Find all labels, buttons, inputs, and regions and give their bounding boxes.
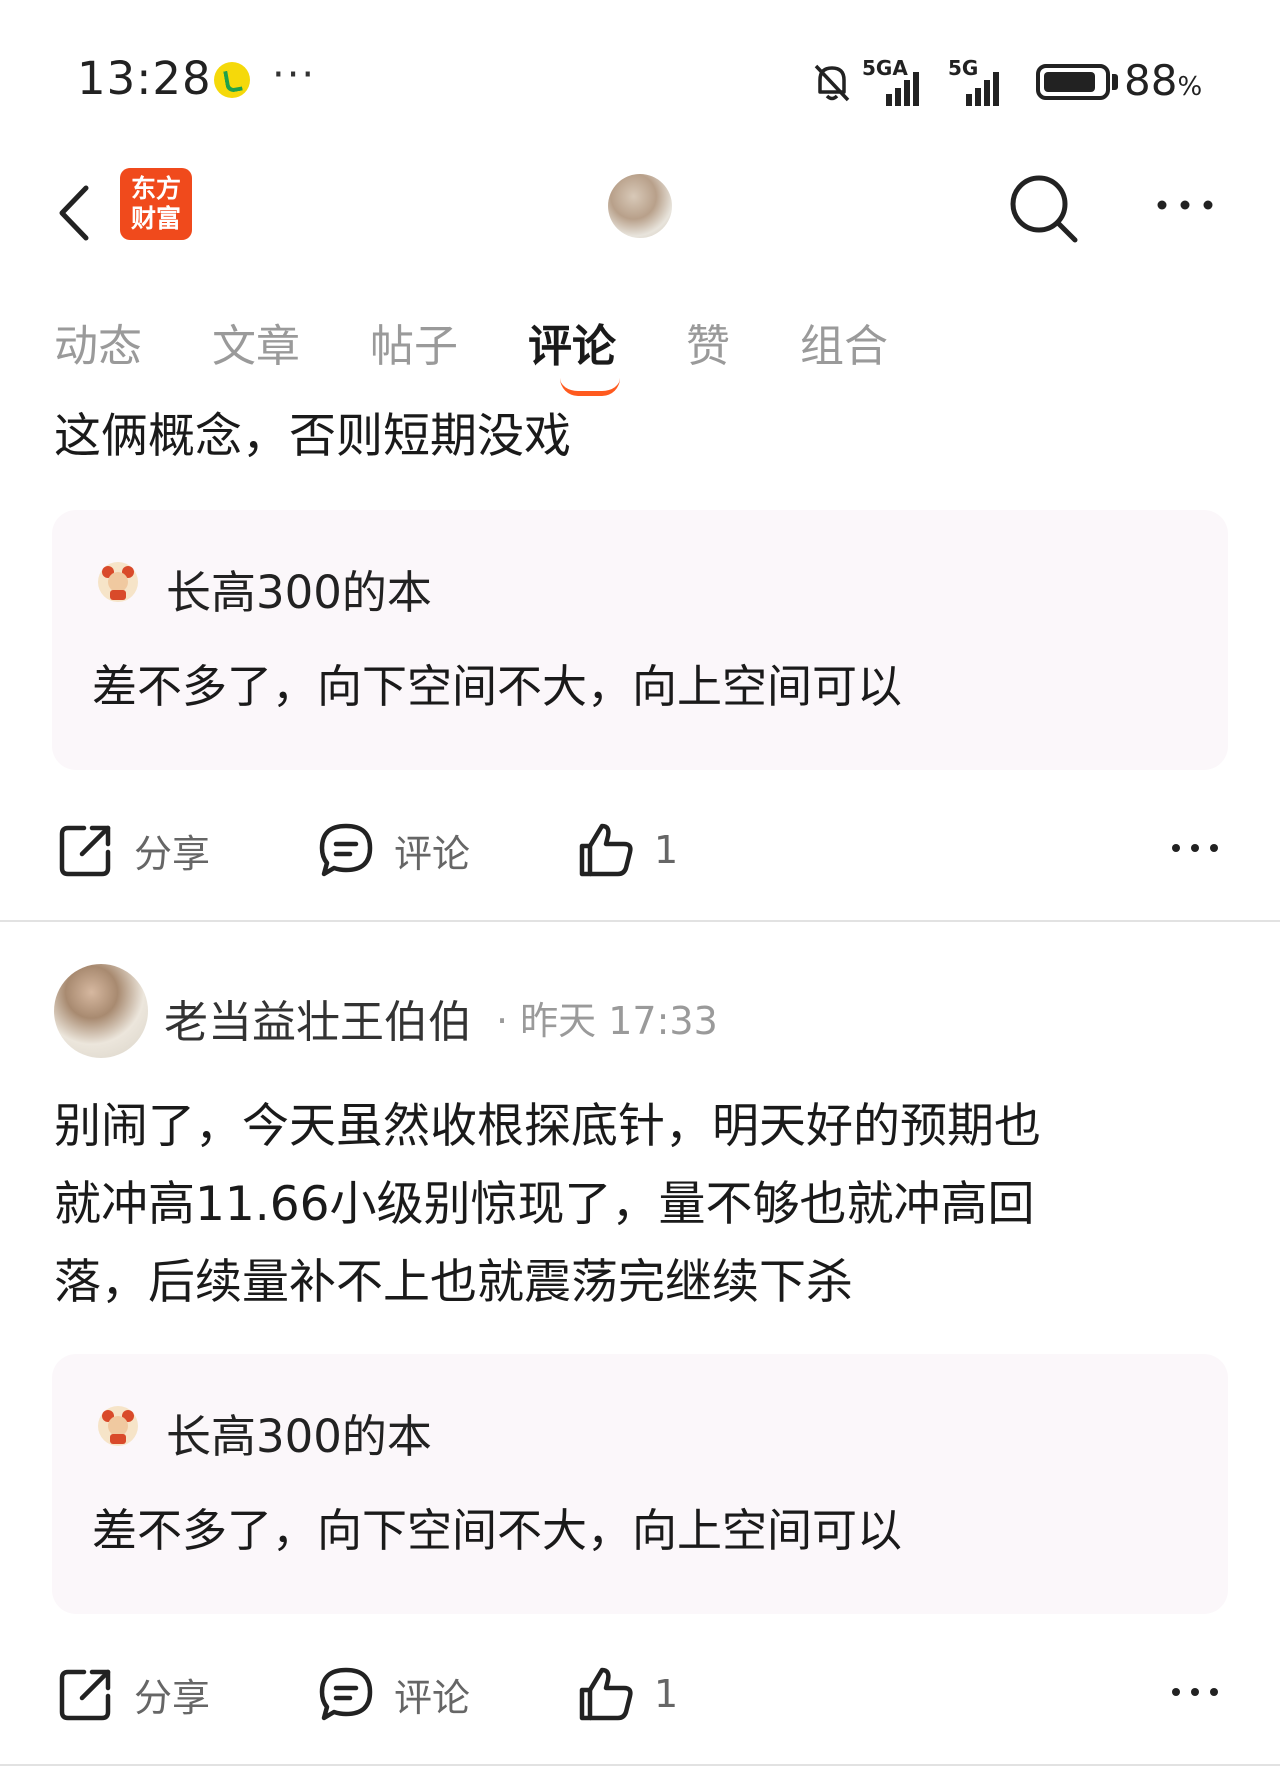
comment-text[interactable]: 别闹了，今天虽然收根探底针，明天好的预期也 就冲高11.66小级别惊现了，量不够… <box>54 1088 1234 1322</box>
signal-bars-icon <box>886 66 919 106</box>
author-avatar[interactable] <box>54 964 148 1058</box>
post-divider <box>0 920 1280 922</box>
tab-portfolio[interactable]: 组合 <box>800 310 888 390</box>
comment-button[interactable]: 评论 <box>316 810 470 890</box>
quote-text: 差不多了，向下空间不大，向上空间可以 <box>92 1504 903 1557</box>
tab-articles[interactable]: 文章 <box>212 310 300 390</box>
tab-likes[interactable]: 赞 <box>686 310 730 390</box>
comment-button[interactable]: 评论 <box>316 1654 470 1734</box>
post-header: 老当益壮王伯伯 · 昨天 17:33 <box>54 964 1234 1060</box>
post-time: · 昨天 17:33 <box>496 999 718 1043</box>
post-actions: 分享 评论 1 <box>0 1654 1280 1734</box>
share-button[interactable]: 分享 <box>56 810 210 890</box>
quote-author-avatar <box>98 1406 138 1446</box>
quote-author-name[interactable]: 长高300的本 <box>166 556 432 621</box>
status-bar: 13:28 ··· 5GA 5G 88% <box>77 52 1203 106</box>
post-more-icon[interactable] <box>1168 1672 1222 1712</box>
back-arrow-icon[interactable] <box>52 178 102 248</box>
bell-muted-icon <box>814 64 850 102</box>
quote-author-name[interactable]: 长高300的本 <box>166 1400 432 1465</box>
battery-icon <box>1036 64 1110 100</box>
post-more-icon[interactable] <box>1168 828 1222 868</box>
top-nav: 东方 财富 <box>0 160 1280 290</box>
signal-bars-icon <box>966 66 999 106</box>
tab-dynamics[interactable]: 动态 <box>54 310 142 390</box>
share-button[interactable]: 分享 <box>56 1654 210 1734</box>
quoted-comment-card[interactable]: 长高300的本 差不多了，向下空间不大，向上空间可以 <box>52 510 1228 770</box>
quote-author-avatar <box>98 562 138 602</box>
post-divider <box>0 1764 1280 1766</box>
like-button[interactable]: 1 <box>576 1654 678 1734</box>
music-app-icon <box>214 62 250 98</box>
share-icon <box>59 1669 111 1721</box>
tab-posts[interactable]: 帖子 <box>370 310 458 390</box>
thumbs-up-icon <box>579 823 633 877</box>
search-icon[interactable] <box>1005 170 1081 246</box>
profile-tabs: 动态 文章 帖子 评论 赞 组合 <box>54 310 958 390</box>
comment-text[interactable]: 这俩概念，否则短期没戏 <box>54 398 1234 476</box>
battery-fill <box>1044 72 1096 92</box>
share-icon <box>59 825 111 877</box>
notification-more-icon: ··· <box>272 52 317 98</box>
active-tab-indicator <box>560 378 620 396</box>
comment-icon <box>319 1667 373 1721</box>
more-options-icon[interactable] <box>1150 180 1220 230</box>
thumbs-up-icon <box>579 1667 633 1721</box>
like-count: 1 <box>654 1672 679 1716</box>
eastmoney-logo[interactable]: 东方 财富 <box>120 168 192 240</box>
quote-text: 差不多了，向下空间不大，向上空间可以 <box>92 660 903 713</box>
status-time: 13:28 <box>77 52 212 105</box>
battery-cap <box>1112 74 1118 90</box>
post-actions: 分享 评论 1 <box>0 810 1280 890</box>
comment-icon <box>319 823 373 877</box>
user-avatar[interactable] <box>608 174 672 238</box>
like-count: 1 <box>654 828 679 872</box>
author-name[interactable]: 老当益壮王伯伯 <box>164 986 472 1050</box>
quoted-comment-card[interactable]: 长高300的本 差不多了，向下空间不大，向上空间可以 <box>52 1354 1228 1614</box>
battery-percent: 88% <box>1124 56 1203 105</box>
like-button[interactable]: 1 <box>576 810 678 890</box>
